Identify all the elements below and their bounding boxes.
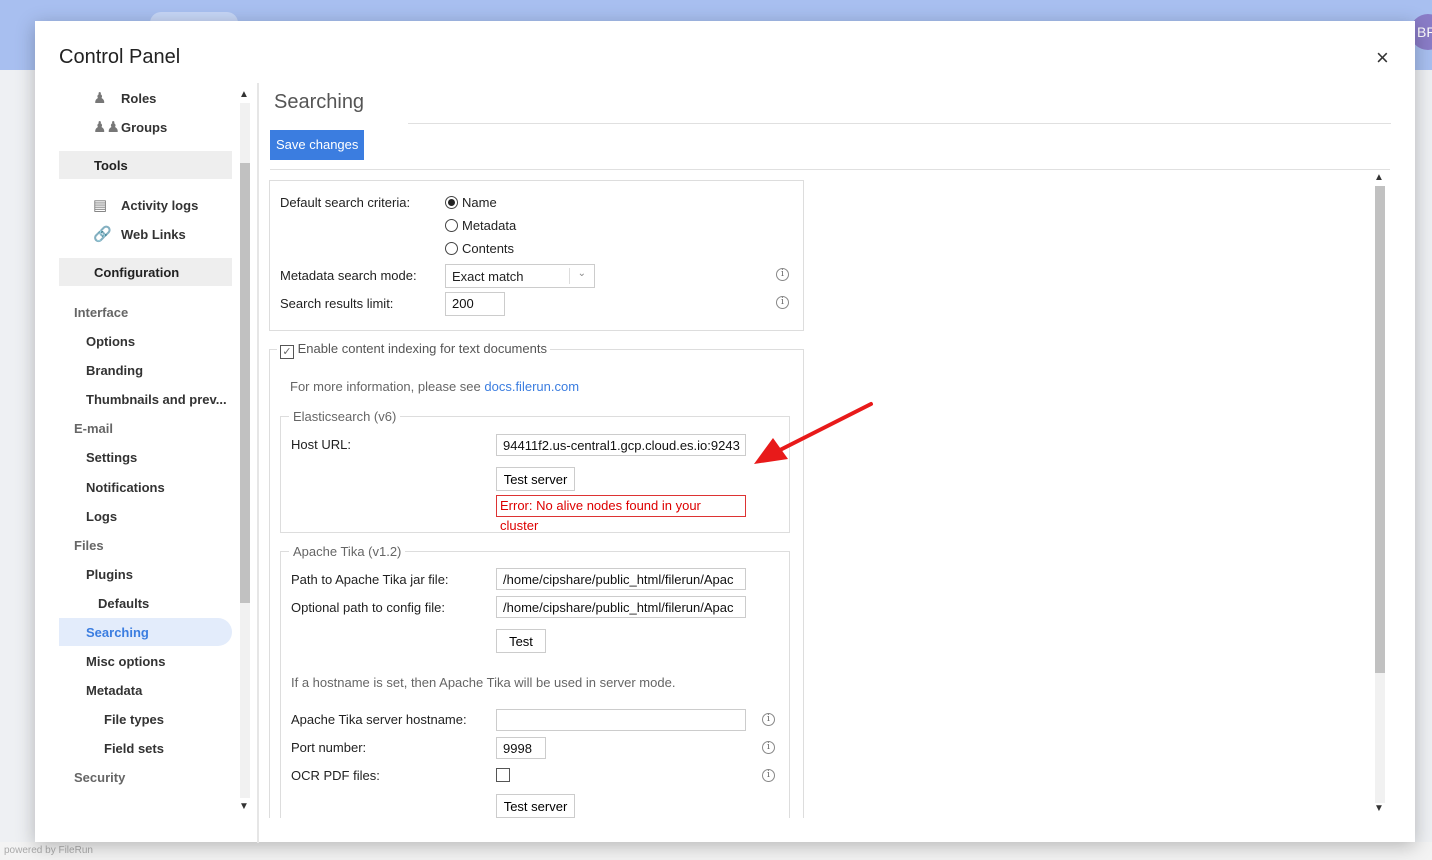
elastic-error-message: Error: No alive nodes found in your clus… [496,495,746,533]
save-changes-button[interactable]: Save changes [270,130,365,160]
role-icon: ♟ [93,90,107,107]
limit-label: Search results limit: [280,296,394,311]
sidebar-group-email[interactable]: E-mail [74,421,113,436]
tika-legend: Apache Tika (v1.2) [289,544,406,559]
sidebar-item-options[interactable]: Options [86,334,135,349]
dialog-title: Control Panel [59,46,181,68]
tika-jar-value: /home/cipshare/public_html/filerun/Apac [503,572,734,587]
sidebar-item-activity-logs[interactable]: Activity logs [121,198,198,213]
ocr-checkbox[interactable] [496,768,510,782]
settings-panel: Default search criteria: Name Metadata C… [268,171,1390,818]
info-icon[interactable]: i [762,769,775,782]
control-panel-dialog: Control Panel × ♟ Roles ♟♟ Groups Tools … [35,21,1415,843]
sidebar-item-roles[interactable]: Roles [121,91,156,106]
sidebar-item-notifications[interactable]: Notifications [86,480,165,495]
tika-hostname-input[interactable] [496,709,746,731]
indexing-legend: ✓ Enable content indexing for text docum… [277,341,550,359]
enable-indexing-checkbox[interactable]: ✓ [280,345,294,359]
metadata-mode-select[interactable]: Exact match ⌄ [445,264,595,288]
enable-indexing-label[interactable]: Enable content indexing for text documen… [298,341,547,356]
sidebar-section-label: Configuration [94,265,180,280]
radio-contents[interactable] [445,242,458,255]
sidebar-item-thumbnails[interactable]: Thumbnails and prev... [86,392,227,407]
annotation-arrow [754,402,873,464]
test-tika-button[interactable]: Test [496,629,546,653]
tika-port-label: Port number: [291,740,367,755]
host-url-input[interactable]: 94411f2.us-central1.gcp.cloud.es.io:9243 [496,434,746,456]
criteria-label: Default search criteria: [280,195,411,210]
sidebar-item-file-types[interactable]: File types [104,712,164,727]
sidebar-group-security[interactable]: Security [74,770,125,785]
sidebar-item-defaults[interactable]: Defaults [98,596,149,611]
ocr-label: OCR PDF files: [291,768,380,783]
sidebar-section-configuration[interactable]: Configuration [59,258,232,286]
groups-icon: ♟♟ [93,119,120,136]
select-separator [569,268,570,284]
tika-config-label: Optional path to config file: [291,600,445,615]
title-divider [408,123,1391,124]
sidebar-item-metadata[interactable]: Metadata [86,683,142,698]
scroll-up-icon[interactable]: ▲ [239,89,249,100]
info-prefix: For more information, please see [290,379,485,394]
sidebar-item-misc-options[interactable]: Misc options [86,654,165,669]
scroll-down-icon[interactable]: ▼ [239,801,249,812]
sidebar-item-branding[interactable]: Branding [86,363,143,378]
toolbar-divider [270,169,1390,170]
info-icon[interactable]: i [776,268,789,281]
limit-input[interactable]: 200 [445,292,505,316]
sidebar-item-email-settings[interactable]: Settings [86,450,137,465]
tika-config-value: /home/cipshare/public_html/filerun/Apac [503,600,734,615]
powered-by-text: powered by FileRun [4,845,93,856]
radio-contents-label[interactable]: Contents [462,241,514,256]
elasticsearch-legend: Elasticsearch (v6) [289,409,401,424]
info-icon[interactable]: i [776,296,789,309]
close-icon[interactable]: × [1376,45,1389,71]
app-footer-bar [0,842,1432,860]
radio-name-label[interactable]: Name [462,195,497,210]
radio-metadata[interactable] [445,219,458,232]
scrollbar-thumb[interactable] [240,163,250,603]
sidebar-item-field-sets[interactable]: Field sets [104,741,164,756]
radio-name[interactable] [445,196,458,209]
tika-server-note: If a hostname is set, then Apache Tika w… [291,675,676,690]
panel-scrollbar[interactable]: ▲ ▼ [1372,171,1388,818]
tika-config-input[interactable]: /home/cipshare/public_html/filerun/Apac [496,596,746,618]
sidebar-section-tools[interactable]: Tools [59,151,232,179]
log-icon: ▤ [93,197,108,214]
tika-hostname-label: Apache Tika server hostname: [291,712,467,727]
select-value: Exact match [452,269,524,284]
sidebar-group-files[interactable]: Files [74,538,104,553]
sidebar-divider [257,83,259,843]
link-icon: 🔗 [93,226,112,243]
chevron-down-icon: ⌄ [577,268,586,279]
tika-jar-label: Path to Apache Tika jar file: [291,572,449,587]
info-icon[interactable]: i [762,713,775,726]
test-tika-server-button[interactable]: Test server [496,794,575,818]
scroll-down-icon[interactable]: ▼ [1374,803,1384,814]
sidebar-item-web-links[interactable]: Web Links [121,227,186,242]
scroll-up-icon[interactable]: ▲ [1374,172,1384,183]
sidebar-item-email-logs[interactable]: Logs [86,509,117,524]
sidebar-item-plugins[interactable]: Plugins [86,567,133,582]
scrollbar-thumb[interactable] [1375,186,1385,673]
tika-port-input[interactable]: 9998 [496,737,546,759]
test-elastic-button[interactable]: Test server [496,467,575,491]
page-title: Searching [274,91,365,113]
sidebar-scrollbar[interactable]: ▲ ▼ [237,83,253,818]
host-url-label: Host URL: [291,437,351,452]
info-icon[interactable]: i [762,741,775,754]
tika-jar-input[interactable]: /home/cipshare/public_html/filerun/Apac [496,568,746,590]
sidebar-item-groups[interactable]: Groups [121,120,167,135]
sidebar-item-label: Searching [86,625,149,640]
info-text: For more information, please see docs.fi… [290,379,579,394]
sidebar-item-searching[interactable]: Searching [59,618,232,646]
mode-label: Metadata search mode: [280,268,417,283]
docs-link[interactable]: docs.filerun.com [484,379,579,394]
sidebar-section-label: Tools [94,158,128,173]
sidebar-group-interface[interactable]: Interface [74,305,128,320]
radio-metadata-label[interactable]: Metadata [462,218,516,233]
